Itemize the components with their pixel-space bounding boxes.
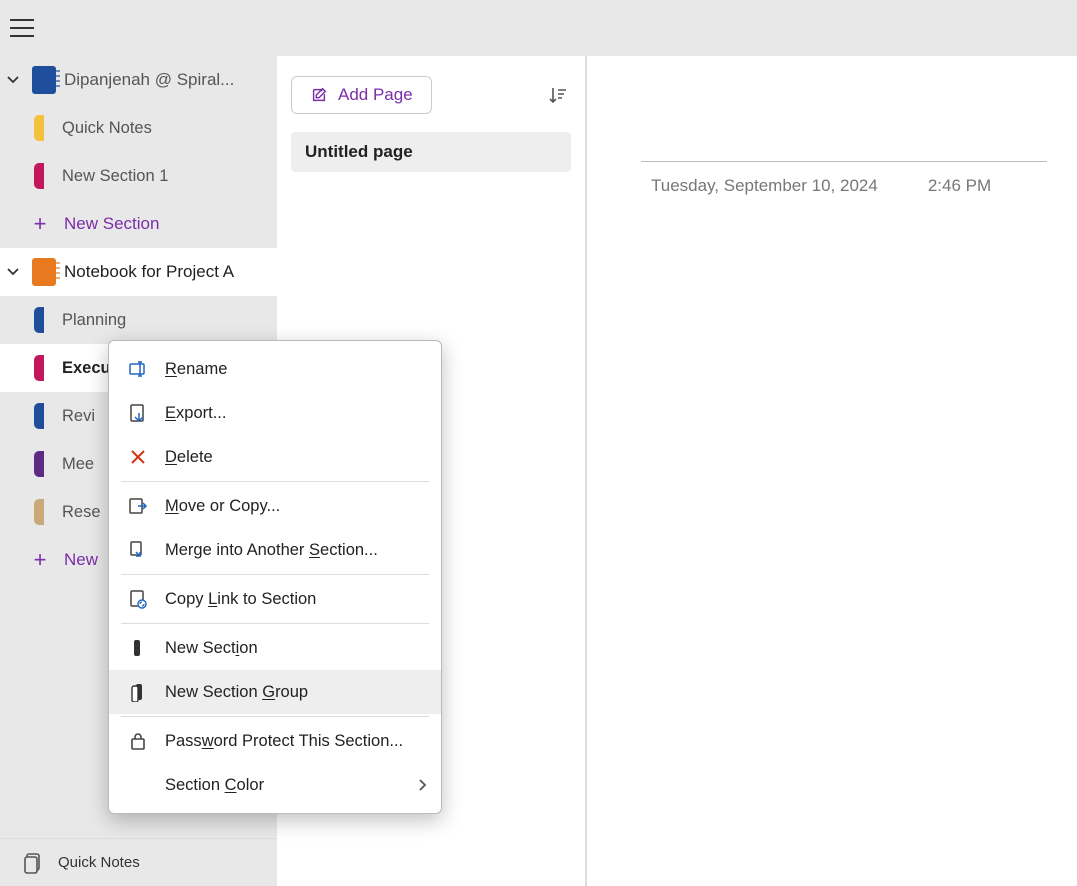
page-icon [24,852,44,874]
hamburger-menu-icon[interactable] [10,19,34,37]
menu-item-copy-link-to-section[interactable]: Copy Link to Section [109,577,441,621]
menu-item-move-or-copy[interactable]: Move or Copy... [109,484,441,528]
notebook-label: Notebook for Project A [64,262,277,282]
page-time: 2:46 PM [928,176,991,196]
menu-item-rename[interactable]: Rename [109,347,441,391]
notebook-icon [32,258,56,286]
menu-item-delete[interactable]: Delete [109,435,441,479]
section-context-menu: Rename Export... Delete Move or Copy... Merg… [108,340,442,814]
menu-item-label: Merge into Another Section... [165,541,378,560]
section-icon [127,637,149,659]
delete-icon [127,446,149,468]
lock-icon [127,730,149,752]
section-item[interactable]: Planning [0,296,277,344]
new-section-label: New [64,550,98,570]
section-label: Quick Notes [62,119,152,138]
add-page-label: Add Page [338,85,413,105]
menu-separator [121,623,429,624]
menu-item-merge-into-another-section[interactable]: Merge into Another Section... [109,528,441,572]
sort-button[interactable] [543,81,571,109]
page-list-item[interactable]: Untitled page [291,132,571,172]
chevron-down-icon [6,73,24,87]
plus-icon: + [30,550,50,570]
chevron-down-icon [6,265,24,279]
section-color-tab [34,355,44,381]
section-item[interactable]: Quick Notes [0,104,277,152]
blank-icon [127,774,149,796]
new-section-button[interactable]: + New Section [0,200,277,248]
section-label: Mee [62,455,94,474]
export-icon [127,402,149,424]
menu-item-section-color[interactable]: Section Color [109,763,441,807]
notebook-label: Dipanjenah @ Spiral... [64,70,277,90]
new-section-label: New Section [64,214,159,234]
section-color-tab [34,115,44,141]
page-editor[interactable]: Tuesday, September 10, 2024 2:46 PM [587,56,1077,886]
section-color-tab [34,307,44,333]
page-date: Tuesday, September 10, 2024 [651,176,878,196]
section-label: Revi [62,407,95,426]
menu-item-password-protect-this-section[interactable]: Password Protect This Section... [109,719,441,763]
section-item[interactable]: New Section 1 [0,152,277,200]
menu-separator [121,716,429,717]
menu-item-label: Section Color [165,776,264,795]
menu-item-label: Copy Link to Section [165,590,316,609]
menu-item-label: New Section [165,639,258,658]
rename-icon [127,358,149,380]
move-icon [127,495,149,517]
notebook-icon [32,66,56,94]
page-title-input[interactable] [641,134,1047,162]
menu-separator [121,481,429,482]
section-label: Planning [62,311,126,330]
menu-item-new-section[interactable]: New Section [109,626,441,670]
link-icon [127,588,149,610]
section-color-tab [34,451,44,477]
menu-item-label: Password Protect This Section... [165,732,403,751]
menu-item-export[interactable]: Export... [109,391,441,435]
section-color-tab [34,163,44,189]
section-color-tab [34,499,44,525]
page-title: Untitled page [305,142,413,161]
sidebar-footer-quick-notes[interactable]: Quick Notes [0,838,277,886]
edit-icon [310,86,328,104]
menu-item-label: Rename [165,360,227,379]
merge-icon [127,539,149,561]
section-label: New Section 1 [62,167,168,186]
menu-separator [121,574,429,575]
menu-item-label: Delete [165,448,213,467]
notebook-header[interactable]: Dipanjenah @ Spiral... [0,56,277,104]
menu-item-label: Move or Copy... [165,497,280,516]
menu-item-new-section-group[interactable]: New Section Group [109,670,441,714]
notebook-header[interactable]: Notebook for Project A [0,248,277,296]
quick-notes-label: Quick Notes [58,854,140,871]
section-label: Rese [62,503,101,522]
plus-icon: + [30,214,50,234]
chevron-right-icon [417,778,427,792]
group-icon [127,681,149,703]
add-page-button[interactable]: Add Page [291,76,432,114]
section-color-tab [34,403,44,429]
menu-item-label: Export... [165,404,226,423]
menu-item-label: New Section Group [165,683,308,702]
